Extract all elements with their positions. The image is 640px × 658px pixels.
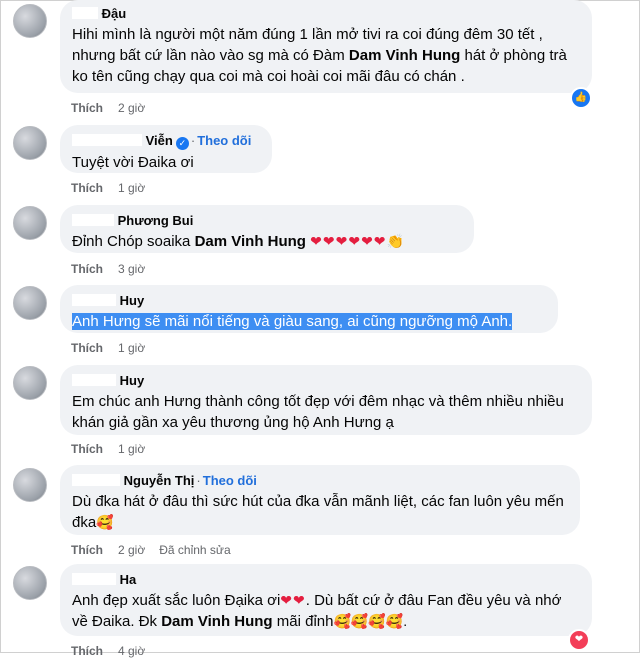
avatar[interactable] <box>13 4 47 38</box>
redacted-name <box>72 7 98 19</box>
comment-author[interactable]: Huy <box>72 373 580 389</box>
comment-timestamp[interactable]: 1 giờ <box>118 341 145 355</box>
comment-author[interactable]: Viễn ✓ · Theo dõi <box>72 133 260 150</box>
tagged-user[interactable]: Dam Vinh Hung <box>161 613 272 630</box>
edited-label: Đã chỉnh sửa <box>159 543 231 557</box>
avatar[interactable] <box>13 468 47 502</box>
comment-actions: Thích 1 giờ <box>71 181 145 195</box>
like-button[interactable]: Thích <box>71 262 103 276</box>
comment-bubble: Viễn ✓ · Theo dõi Tuyệt vời Đaika ơi <box>60 125 272 173</box>
comment-bubble: Đậu Hihi mình là người một năm đúng 1 lầ… <box>60 0 592 93</box>
comment-actions: Thích 3 giờ <box>71 262 145 276</box>
comment-bubble: Huy Em chúc anh Hưng thành công tốt đẹp … <box>60 365 592 435</box>
comment-timestamp[interactable]: 3 giờ <box>118 262 145 276</box>
avatar[interactable] <box>13 366 47 400</box>
comment-timestamp[interactable]: 4 giờ <box>118 644 145 658</box>
redacted-name <box>72 573 116 585</box>
avatar[interactable] <box>13 126 47 160</box>
like-button[interactable]: Thích <box>71 181 103 195</box>
comment-bubble: Nguyễn Thị · Theo dõi Dù đka hát ở đâu thì… <box>60 465 580 535</box>
redacted-name <box>72 294 116 306</box>
comment-timestamp[interactable]: 2 giờ <box>118 101 145 115</box>
heart-emojis: ❤❤ <box>280 592 306 608</box>
comment-actions: Thích 2 giờ <box>71 101 145 115</box>
comment-bubble: Phương Bui Đỉnh Chóp soaika Dam Vinh Hun… <box>60 205 474 253</box>
avatar[interactable] <box>13 206 47 240</box>
follow-button[interactable]: Theo dõi <box>197 133 251 148</box>
comment-actions: Thích 4 giờ <box>71 644 145 658</box>
comment-text: Hihi mình là người một năm đúng 1 lần mở… <box>72 26 567 85</box>
comment-text: Anh Hưng sẽ mãi nổi tiếng và giàu sang, … <box>72 311 546 332</box>
verified-badge-icon: ✓ <box>175 137 189 150</box>
redacted-name <box>72 134 142 146</box>
comment-text: Anh đẹp xuất sắc luôn Đạika ơi❤❤. Dù bất… <box>72 592 562 630</box>
comment-bubble: Ha Anh đẹp xuất sắc luôn Đạika ơi❤❤. Dù … <box>60 564 592 636</box>
comment-text: Em chúc anh Hưng thành công tốt đẹp với … <box>72 393 564 431</box>
comment-author[interactable]: Phương Bui <box>72 213 462 229</box>
smiling-hearts-emoji: 🥰 <box>96 514 114 530</box>
comment-text: Đỉnh Chóp soaika Dam Vinh Hung ❤❤❤❤❤❤👏 <box>72 233 404 250</box>
smiling-hearts-emojis: 🥰🥰🥰🥰. <box>333 613 408 629</box>
comment-bubble: Huy Anh Hưng sẽ mãi nổi tiếng và giàu sa… <box>60 285 558 333</box>
comment-author[interactable]: Nguyễn Thị · Theo dõi <box>72 473 568 489</box>
love-reaction-icon[interactable]: ❤ <box>568 629 590 651</box>
comment-timestamp[interactable]: 1 giờ <box>118 442 145 456</box>
comment-author[interactable]: Đậu <box>72 6 580 22</box>
avatar[interactable] <box>13 566 47 600</box>
like-button[interactable]: Thích <box>71 543 103 557</box>
redacted-name <box>72 214 114 226</box>
comment-timestamp[interactable]: 2 giờ <box>118 543 145 557</box>
tagged-user[interactable]: Dam Vinh Hung <box>349 47 460 64</box>
follow-button[interactable]: Theo dõi <box>203 473 257 488</box>
clap-emoji: 👏 <box>386 233 404 249</box>
comment-author[interactable]: Ha <box>72 572 580 588</box>
like-reaction-icon[interactable]: 👍 <box>570 87 592 109</box>
comment-actions: Thích 1 giờ <box>71 341 145 355</box>
like-button[interactable]: Thích <box>71 341 103 355</box>
comment-actions: Thích 2 giờ Đã chỉnh sửa <box>71 543 231 557</box>
redacted-name <box>72 474 120 486</box>
comment-timestamp[interactable]: 1 giờ <box>118 181 145 195</box>
redacted-name <box>72 374 116 386</box>
comment-text: Dù đka hát ở đâu thì sức hút của đka vẫn… <box>72 493 564 531</box>
selected-text: Anh Hưng sẽ mãi nổi tiếng và giàu sang, … <box>72 313 513 330</box>
like-button[interactable]: Thích <box>71 644 103 658</box>
comment-author[interactable]: Huy <box>72 293 546 309</box>
heart-emojis: ❤❤❤❤❤❤ <box>310 233 387 249</box>
like-button[interactable]: Thích <box>71 442 103 456</box>
comment-actions: Thích 1 giờ <box>71 442 145 456</box>
avatar[interactable] <box>13 286 47 320</box>
tagged-user[interactable]: Dam Vinh Hung <box>195 233 306 250</box>
like-button[interactable]: Thích <box>71 101 103 115</box>
comment-text: Tuyệt vời Đaika ơi <box>72 154 194 171</box>
